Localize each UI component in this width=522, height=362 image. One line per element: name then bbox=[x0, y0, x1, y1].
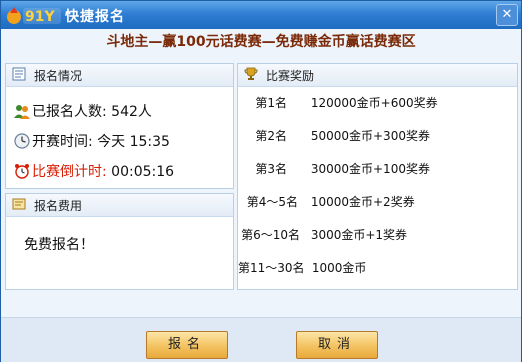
match-headline: 斗地主—赢100元话费赛—免费赚金币赢话费赛区 bbox=[106, 34, 416, 50]
fee-icon bbox=[12, 198, 26, 210]
prize-reward: 50000金币+300奖券 bbox=[310, 129, 430, 143]
alarm-clock-icon bbox=[15, 164, 29, 179]
panel-title: 报名费用 bbox=[34, 199, 83, 213]
countdown-label: 比赛倒计时: bbox=[32, 164, 107, 180]
prize-reward: 30000金币+100奖券 bbox=[310, 162, 430, 176]
users-icon bbox=[14, 105, 30, 119]
registration-fee-panel: 报名费用 免费报名！ bbox=[5, 193, 234, 290]
logo-icon: 91Y bbox=[7, 7, 61, 25]
document-icon bbox=[12, 67, 26, 81]
panel-title: 报名情况 bbox=[34, 69, 83, 83]
prize-row: 第3名 30000金币+100奖券 bbox=[238, 160, 430, 177]
button-bar: 报名 取消 bbox=[1, 317, 521, 362]
registered-count-row: 已报名人数: 542人 bbox=[14, 101, 152, 121]
prize-rank: 第1名 bbox=[255, 96, 287, 110]
start-time-label: 开赛时间: bbox=[32, 134, 93, 150]
prize-row: 第1名 120000金币+600奖券 bbox=[238, 94, 438, 111]
start-time-row: 开赛时间: 今天 15:35 bbox=[14, 131, 170, 151]
close-button[interactable]: ✕ bbox=[496, 4, 518, 26]
prize-reward: 120000金币+600奖券 bbox=[310, 96, 438, 110]
start-time-value: 今天 15:35 bbox=[97, 134, 170, 150]
registered-count-value: 542人 bbox=[111, 104, 152, 120]
countdown-row: 比赛倒计时: 00:05:16 bbox=[14, 161, 174, 181]
logo-text: 91Y bbox=[25, 9, 55, 25]
countdown-value: 00:05:16 bbox=[111, 164, 175, 180]
prize-reward: 10000金币+2奖券 bbox=[310, 195, 415, 209]
prize-row: 第4～5名 10000金币+2奖券 bbox=[238, 193, 415, 210]
registration-info-panel: 报名情况 已报名人数: 542人 开赛时间: 今天 15:35 比赛倒计时: 0… bbox=[5, 63, 234, 189]
register-button[interactable]: 报名 bbox=[146, 331, 228, 359]
prize-rank: 第3名 bbox=[255, 162, 287, 176]
window-title: 快捷报名 bbox=[65, 9, 125, 25]
prize-rank: 第4～5名 bbox=[246, 195, 298, 209]
registered-count-label: 已报名人数: bbox=[32, 104, 107, 120]
quick-register-window: 91Y 快捷报名 ✕ 斗地主—赢100元话费赛—免费赚金币赢话费赛区 报名情况 … bbox=[0, 0, 522, 362]
prize-rank: 第2名 bbox=[255, 129, 287, 143]
close-icon: ✕ bbox=[501, 7, 513, 22]
title-bar[interactable]: 91Y 快捷报名 ✕ bbox=[1, 1, 521, 29]
prize-rank: 第6～10名 bbox=[241, 228, 300, 242]
prize-row: 第11～30名 1000金币 bbox=[238, 259, 366, 276]
prizes-panel: 比赛奖励 第1名 120000金币+600奖券 第2名 50000金币+300奖… bbox=[237, 63, 518, 290]
prize-rank: 第11～30名 bbox=[238, 261, 305, 275]
prize-reward: 1000金币 bbox=[311, 261, 367, 275]
panel-header: 报名情况 bbox=[6, 64, 233, 87]
prize-reward: 3000金币+1奖券 bbox=[310, 228, 408, 242]
prize-row: 第2名 50000金币+300奖券 bbox=[238, 127, 430, 144]
fee-text: 免费报名！ bbox=[24, 237, 94, 253]
panel-header: 比赛奖励 bbox=[238, 64, 517, 87]
panel-title: 比赛奖励 bbox=[266, 69, 315, 83]
cancel-button[interactable]: 取消 bbox=[296, 331, 378, 359]
clock-icon bbox=[14, 133, 30, 149]
prize-row: 第6～10名 3000金币+1奖券 bbox=[238, 226, 407, 243]
trophy-icon bbox=[244, 67, 258, 80]
panel-header: 报名费用 bbox=[6, 194, 233, 217]
